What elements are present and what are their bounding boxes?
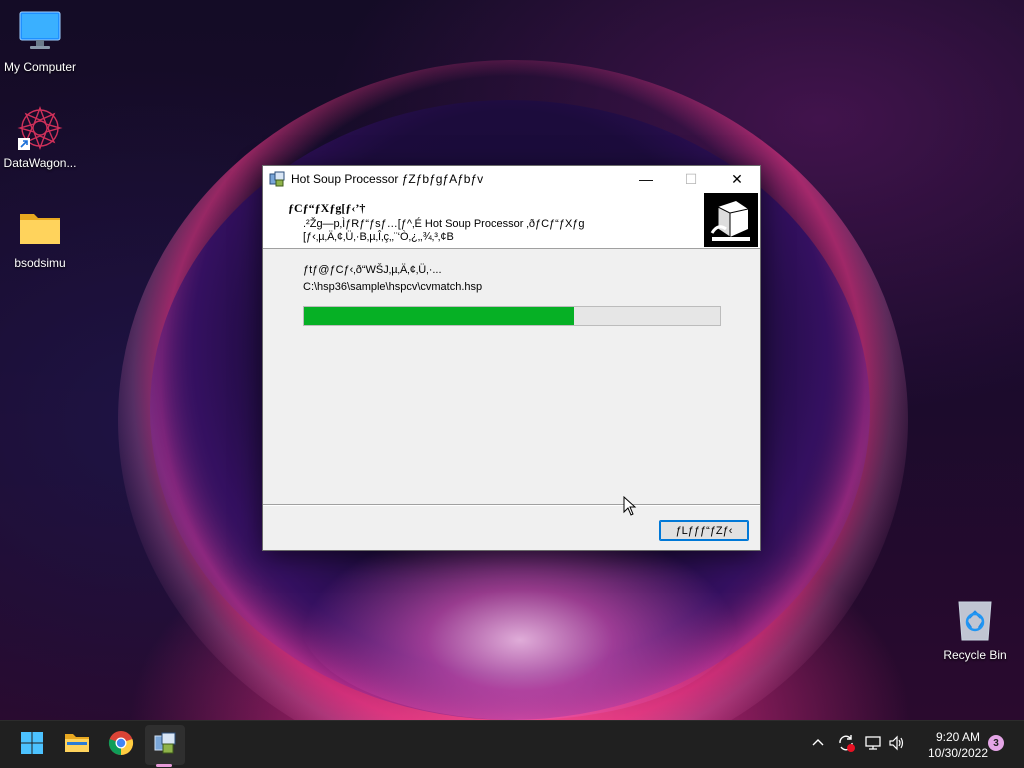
install-progress-bar <box>303 306 721 326</box>
taskbar-chrome[interactable] <box>101 725 141 765</box>
minimize-icon: — <box>639 171 653 187</box>
folder-icon <box>64 732 90 759</box>
current-file-path: C:\hsp36\sample\hspcv\cvmatch.hsp <box>303 281 483 293</box>
desktop-icon-label: DataWagon... <box>3 156 77 170</box>
status-text: ƒtƒ@ƒCƒ‹‚ð“WŠJ‚µ‚Ä‚¢‚Ü‚·... <box>303 264 442 276</box>
hsp-setup-icon <box>153 731 177 760</box>
recycle-bin-icon <box>951 596 999 644</box>
taskbar-hsp-setup[interactable] <box>145 725 185 765</box>
desktop-icon-bsodsimu[interactable]: bsodsimu <box>0 204 80 270</box>
chrome-icon <box>108 730 134 761</box>
cancel-button[interactable]: ƒLƒƒƒ“ƒZƒ‹ <box>659 520 749 541</box>
dialog-body: ƒtƒ@ƒCƒ‹‚ð“WŠJ‚µ‚Ä‚¢‚Ü‚·... C:\hsp36\sam… <box>263 250 760 504</box>
header-subtitle-line: .²Žg—p‚ÌƒRƒ“ƒsƒ…[ƒ^‚É Hot Soup Processor… <box>303 218 585 230</box>
volume-icon <box>888 734 906 757</box>
dialog-title: Hot Soup Processor ƒZƒbƒgƒAƒbƒv <box>291 172 484 186</box>
dialog-header: ƒCƒ“ƒXƒg[ƒ‹’† .²Žg—p‚ÌƒRƒ“ƒsƒ…[ƒ^‚É Hot … <box>263 192 760 249</box>
taskbar: 9:20 AM 10/30/2022 <box>0 720 1024 768</box>
header-subtitle-line: [ƒ‹‚µ‚Ä‚¢‚Ü‚·B‚µ‚Î‚ç‚­‚¨‘Ò‚¿‚­‚¾‚³‚¢B <box>303 231 454 243</box>
installer-dialog: Hot Soup Processor ƒZƒbƒgƒAƒbƒv — ☐ ✕ ƒC… <box>262 165 761 551</box>
start-button[interactable] <box>12 725 52 765</box>
desktop-icon-label: Recycle Bin <box>943 648 1007 662</box>
minimize-button[interactable]: — <box>623 166 669 192</box>
desktop-icon-label: bsodsimu <box>14 256 66 270</box>
installer-logo-icon <box>704 193 758 247</box>
windows-logo-icon <box>20 731 44 760</box>
desktop-icon-recycle-bin[interactable]: Recycle Bin <box>935 596 1015 662</box>
desktop-icon-datawagon[interactable]: DataWagon... <box>0 104 80 170</box>
tray-sync-status[interactable] <box>836 721 856 768</box>
progress-bar-fill <box>304 307 575 325</box>
network-icon <box>864 734 882 757</box>
tray-network[interactable] <box>864 721 882 768</box>
maximize-icon: ☐ <box>684 170 698 187</box>
folder-icon <box>16 204 64 252</box>
datawagon-shortcut-icon <box>16 104 64 152</box>
desktop-icon-label: My Computer <box>3 60 77 74</box>
mouse-cursor-icon <box>623 495 637 516</box>
monitor-icon <box>16 8 64 56</box>
hsp-setup-icon <box>269 171 285 187</box>
dialog-titlebar[interactable]: Hot Soup Processor ƒZƒbƒgƒAƒbƒv — ☐ ✕ <box>263 166 760 192</box>
active-app-indicator <box>156 764 172 767</box>
close-icon: ✕ <box>731 170 743 187</box>
notification-badge[interactable]: 3 <box>988 735 1004 751</box>
chevron-up-icon <box>810 735 826 756</box>
desktop-icon-my-computer[interactable]: My Computer <box>0 8 80 74</box>
taskbar-file-explorer[interactable] <box>57 725 97 765</box>
tray-volume[interactable] <box>888 721 906 768</box>
sync-icon <box>836 733 856 758</box>
tray-overflow-button[interactable] <box>810 721 826 768</box>
close-button[interactable]: ✕ <box>714 166 760 192</box>
maximize-button[interactable]: ☐ <box>668 166 714 192</box>
header-title: ƒCƒ“ƒXƒg[ƒ‹’† <box>288 201 366 215</box>
footer-divider <box>263 504 760 506</box>
header-subtitle: .²Žg—p‚ÌƒRƒ“ƒsƒ…[ƒ^‚É Hot Soup Processor… <box>303 218 585 244</box>
